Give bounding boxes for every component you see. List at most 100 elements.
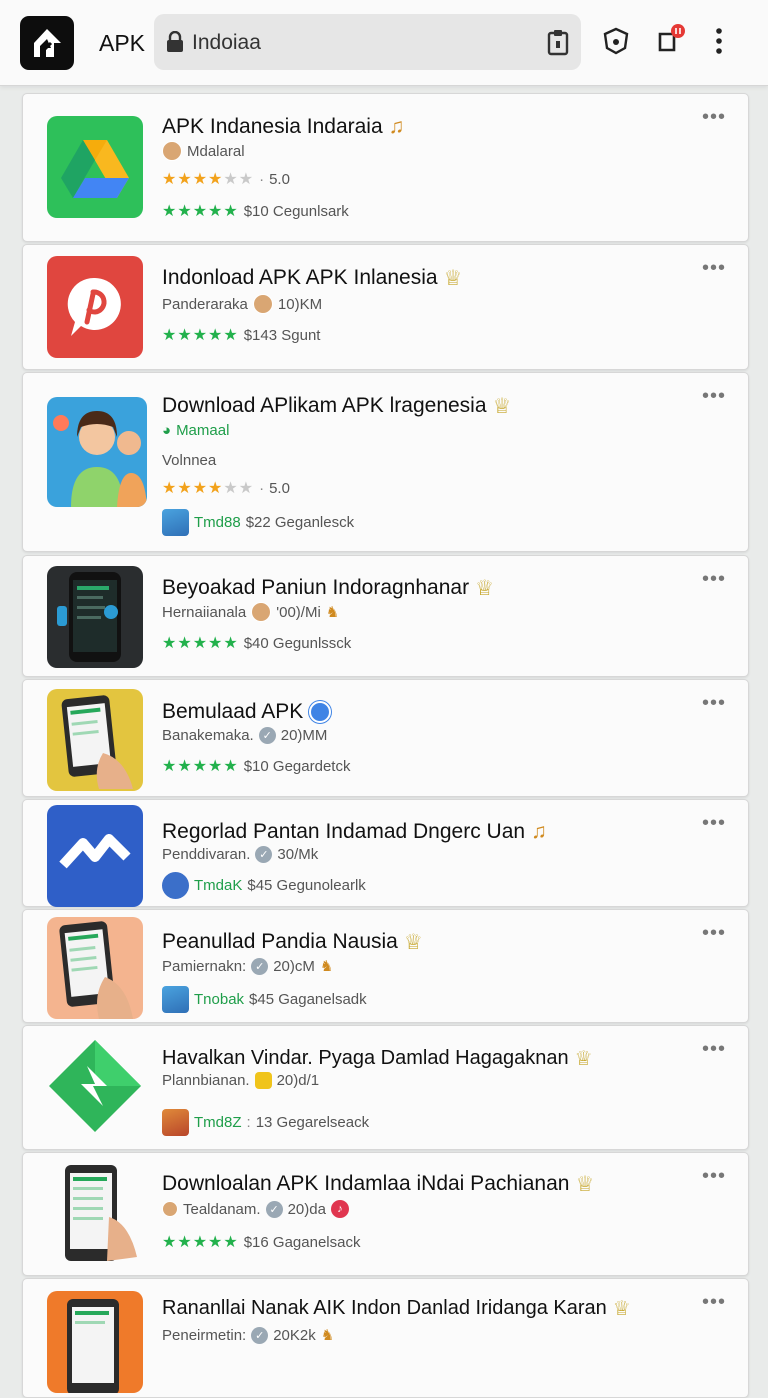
- phone-app-thumbnail: [47, 1291, 143, 1393]
- check-icon: ✓: [265, 1200, 283, 1218]
- app-title[interactable]: Download APlikam APK lragenesia ♕: [162, 394, 511, 419]
- app-title[interactable]: Beyoakad Paniun Indoragnhanar ♕: [162, 576, 494, 601]
- clipboard-icon[interactable]: [547, 28, 569, 56]
- shield-icon[interactable]: [601, 26, 631, 56]
- dark-app-thumbnail: [47, 566, 143, 668]
- phone-app-thumbnail: [47, 917, 143, 1019]
- app-developer: Penddivaran. ✓ 30/Mk: [162, 846, 319, 863]
- more-options-icon[interactable]: •••: [702, 813, 726, 833]
- notification-icon[interactable]: [655, 22, 689, 56]
- search-bar[interactable]: Indoiaa: [154, 14, 581, 70]
- app-developer: Hernaiianala '00)/Mi ♞: [162, 602, 340, 622]
- green-stars: ★★★★★: [162, 635, 239, 652]
- more-options-icon[interactable]: •••: [702, 569, 726, 589]
- search-input[interactable]: Indoiaa: [192, 31, 261, 55]
- emoji-icon: ♞: [319, 958, 334, 975]
- stats-row: ★★★★★ $10 Gegardetck: [162, 757, 351, 776]
- green-stars: ★★★★★: [162, 1234, 239, 1251]
- star-rating: ★★★★★★: [162, 171, 255, 188]
- green-stars: ★★★★★: [162, 758, 239, 775]
- list-item[interactable]: Peanullad Pandia Nausia ♕ Pamiernakn: ✓ 20)…: [22, 909, 749, 1023]
- list-item[interactable]: Havalkan Vindar. Pyaga Damlad Hagagaknan…: [22, 1025, 749, 1150]
- emoji-icon: ♞: [320, 1327, 335, 1344]
- lock-icon: [167, 31, 183, 52]
- coin-icon: [254, 1072, 272, 1089]
- music-icon: ♪: [330, 1200, 349, 1218]
- app-category: Volnnea: [162, 452, 217, 469]
- app-title[interactable]: Havalkan Vindar. Pyaga Damlad Hagagaknan…: [162, 1046, 593, 1071]
- avatar: [162, 509, 189, 536]
- star-rating: ★★★★★★: [162, 480, 255, 497]
- stats-row: ★★★★★ $40 Gegunlssck: [162, 634, 352, 653]
- phone-app-thumbnail: [47, 689, 143, 791]
- drive-app-thumbnail: [47, 116, 143, 218]
- app-developer: Mdalaral: [162, 141, 245, 161]
- award-icon: ♕: [475, 577, 494, 600]
- phone-app-thumbnail: [47, 1163, 143, 1265]
- avatar: [252, 294, 273, 314]
- check-icon: ✓: [255, 846, 273, 863]
- list-item[interactable]: Rananllai Nanak AIK Indon Danlad Iridang…: [22, 1278, 749, 1398]
- brand-label: APK: [99, 30, 146, 56]
- app-developer: Plannbianan. 20)d/1: [162, 1072, 320, 1089]
- stats-row: ★★★★★ $10 Cegunlsark: [162, 202, 349, 221]
- more-vertical-icon[interactable]: [712, 27, 726, 57]
- cartoon-app-thumbnail: [47, 397, 147, 507]
- emoji-icon: ♞: [325, 604, 340, 621]
- list-item[interactable]: Regorlad Pantan Indamad Dngerc Uan ♫ Pend…: [22, 799, 749, 907]
- app-title[interactable]: Bemulaad APK: [162, 700, 332, 724]
- more-options-icon[interactable]: •••: [702, 386, 726, 406]
- avatar: [162, 1109, 189, 1136]
- stats-row: TmdaK $45 Gegunolearlk: [162, 872, 366, 899]
- list-item[interactable]: Bemulaad APK Banakemaka. ✓ 20)MM ★★★★★ $10 …: [22, 679, 749, 797]
- stats-row: Tnobak $45 Gaganelsadk: [162, 986, 367, 1013]
- app-logo[interactable]: [20, 16, 74, 70]
- avatar: [162, 872, 189, 899]
- app-title[interactable]: Regorlad Pantan Indamad Dngerc Uan ♫: [162, 820, 547, 844]
- list-item[interactable]: Indonload APK APK Inlanesia ♕ Panderaraka…: [22, 244, 749, 370]
- top-bar: APK Indoiaa: [0, 0, 768, 86]
- more-options-icon[interactable]: •••: [702, 107, 726, 127]
- avatar: [162, 1201, 178, 1217]
- more-options-icon[interactable]: •••: [702, 923, 726, 943]
- messenger-app-thumbnail: [47, 805, 143, 907]
- more-options-icon[interactable]: •••: [702, 258, 726, 278]
- app-developer: Peneirmetin: ✓ 20K2k ♞: [162, 1326, 335, 1344]
- green-stars: ★★★★★: [162, 203, 239, 220]
- avatar: [162, 986, 189, 1013]
- rating-row: ★★★★★★ · 5.0: [162, 479, 290, 498]
- logo-icon: [34, 29, 61, 57]
- more-options-icon[interactable]: •••: [702, 1292, 726, 1312]
- stats-row: Tmd88 $22 Geganlesck: [162, 509, 354, 536]
- more-options-icon[interactable]: •••: [702, 693, 726, 713]
- app-title[interactable]: Downloalan APK Indamlaa iNdai Pachianan ♕: [162, 1172, 594, 1197]
- app-title[interactable]: Rananllai Nanak AIK Indon Danlad Iridang…: [162, 1296, 631, 1321]
- app-developer: ◕ Mamaal: [162, 422, 230, 439]
- app-title[interactable]: Peanullad Pandia Nausia ♕: [162, 930, 423, 955]
- list-item[interactable]: APK Indanesia Indaraia ♫ Mdalaral ★★★★★★ ·…: [22, 93, 749, 242]
- stats-row: Tmd8Z:13 Gegarelseack: [162, 1109, 369, 1136]
- list-item[interactable]: Download APlikam APK lragenesia ♕ ◕ Mamaal…: [22, 372, 749, 552]
- award-icon: ♕: [574, 1048, 593, 1070]
- list-item[interactable]: Beyoakad Paniun Indoragnhanar ♕ Hernaiian…: [22, 555, 749, 677]
- green-stars: ★★★★★: [162, 327, 239, 344]
- verified-icon: ◕: [162, 422, 172, 439]
- award-icon: ♕: [403, 931, 423, 954]
- avatar: [162, 141, 182, 161]
- award-icon: ♕: [612, 1298, 631, 1320]
- award-icon: ♕: [575, 1173, 595, 1196]
- stats-row: ★★★★★ $143 Sgunt: [162, 326, 321, 345]
- app-developer: Tealdanam. ✓ 20)da ♪: [162, 1200, 349, 1218]
- list-item[interactable]: Downloalan APK Indamlaa iNdai Pachianan ♕…: [22, 1152, 749, 1276]
- check-icon: ✓: [251, 1326, 269, 1344]
- award-icon: ♕: [492, 395, 512, 418]
- award-icon: ♫: [388, 115, 405, 139]
- app-title[interactable]: APK Indanesia Indaraia ♫: [162, 115, 404, 139]
- more-options-icon[interactable]: •••: [702, 1039, 726, 1059]
- check-icon: ✓: [251, 957, 269, 975]
- app-developer: Banakemaka. ✓ 20)MM: [162, 727, 328, 744]
- more-options-icon[interactable]: •••: [702, 1166, 726, 1186]
- pinterest-app-thumbnail: [47, 256, 143, 358]
- app-title[interactable]: Indonload APK APK Inlanesia ♕: [162, 266, 462, 291]
- rating-row: ★★★★★★ · 5.0: [162, 170, 290, 189]
